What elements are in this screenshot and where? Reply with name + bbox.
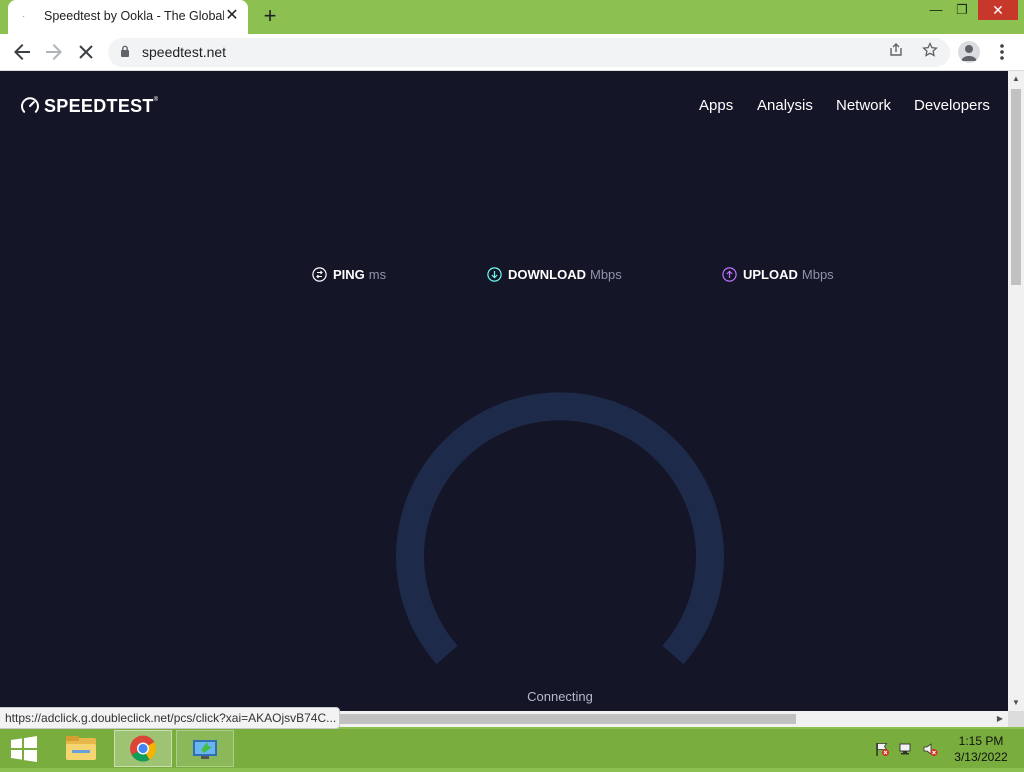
speedometer-icon bbox=[21, 97, 39, 113]
upload-unit: Mbps bbox=[801, 266, 834, 282]
start-windows-icon[interactable] bbox=[8, 735, 40, 763]
scroll-right-arrow-icon[interactable]: ▶ bbox=[992, 711, 1008, 727]
url-text[interactable]: speedtest.net bbox=[142, 44, 226, 60]
upload-metric: UPLOAD Mbps bbox=[722, 265, 834, 283]
vertical-scrollbar[interactable]: ▲ ▼ bbox=[1008, 71, 1024, 711]
download-label: DOWNLOAD bbox=[508, 266, 586, 282]
ping-unit: ms bbox=[368, 266, 387, 282]
forward-arrow-icon[interactable] bbox=[42, 40, 66, 64]
vertical-scroll-thumb[interactable] bbox=[1011, 89, 1021, 285]
gauge-track bbox=[396, 392, 724, 665]
nav-developers[interactable]: Developers bbox=[914, 97, 990, 114]
volume-muted-icon[interactable] bbox=[922, 741, 938, 757]
new-tab-button[interactable]: + bbox=[258, 5, 282, 29]
clock-date: 3/13/2022 bbox=[954, 750, 1008, 764]
nav-analysis[interactable]: Analysis bbox=[757, 97, 813, 114]
taskbar-clock[interactable]: 1:15 PM 3/13/2022 bbox=[948, 733, 1014, 765]
back-arrow-icon[interactable] bbox=[10, 40, 34, 64]
window-restore-button[interactable]: ❐ bbox=[950, 0, 974, 20]
download-arrow-icon bbox=[487, 266, 502, 282]
tab-strip: · Speedtest by Ookla - The Global Broadb… bbox=[0, 0, 1024, 34]
speed-gauge bbox=[396, 392, 724, 665]
link-hover-url: https://adclick.g.doubleclick.net/pcs/cl… bbox=[0, 707, 340, 729]
window-minimize-button[interactable]: — bbox=[924, 0, 948, 20]
scrollbar-corner bbox=[1008, 711, 1024, 727]
clock-time: 1:15 PM bbox=[958, 734, 1004, 748]
remote-desktop-icon[interactable] bbox=[176, 730, 234, 767]
nav-network[interactable]: Network bbox=[836, 97, 891, 114]
download-unit: Mbps bbox=[590, 266, 622, 282]
logo-trademark: ® bbox=[153, 97, 159, 103]
ping-label: PING bbox=[333, 266, 365, 282]
lock-icon[interactable] bbox=[120, 45, 130, 58]
upload-label: UPLOAD bbox=[743, 266, 798, 282]
speedtest-page: SPEEDTEST ® Apps Analysis Network Develo… bbox=[0, 71, 1008, 711]
browser-toolbar: speedtest.net bbox=[0, 34, 1024, 71]
tab-title: Speedtest by Ookla - The Global Broadban… bbox=[44, 9, 224, 23]
action-center-flag-icon[interactable] bbox=[874, 741, 890, 757]
download-metric: DOWNLOAD Mbps bbox=[487, 265, 622, 283]
horizontal-scroll-thumb[interactable] bbox=[336, 714, 796, 724]
logo-text: SPEEDTEST bbox=[44, 95, 154, 116]
share-icon[interactable] bbox=[886, 42, 906, 62]
ping-metric: PING ms bbox=[312, 265, 386, 283]
chrome-icon[interactable] bbox=[114, 730, 172, 767]
scroll-down-arrow-icon[interactable]: ▼ bbox=[1008, 695, 1024, 711]
ping-icon bbox=[312, 266, 327, 282]
upload-arrow-icon bbox=[722, 266, 737, 282]
windows-taskbar: 1:15 PM 3/13/2022 bbox=[0, 729, 1024, 768]
speedtest-logo[interactable]: SPEEDTEST ® bbox=[20, 95, 158, 117]
stop-loading-icon[interactable] bbox=[74, 40, 98, 64]
file-explorer-icon[interactable] bbox=[52, 730, 110, 767]
connection-status: Connecting bbox=[527, 689, 593, 704]
network-icon[interactable] bbox=[898, 741, 914, 757]
nav-apps[interactable]: Apps bbox=[699, 97, 733, 114]
window-close-button[interactable]: ✕ bbox=[978, 0, 1018, 20]
tab-close-icon[interactable]: ✕ bbox=[222, 6, 242, 26]
scroll-up-arrow-icon[interactable]: ▲ bbox=[1008, 71, 1024, 87]
tab-speedtest[interactable]: · Speedtest by Ookla - The Global Broadb… bbox=[8, 0, 248, 34]
kebab-menu-icon[interactable] bbox=[992, 40, 1012, 64]
profile-icon[interactable] bbox=[958, 41, 980, 63]
tab-favicon-icon: · bbox=[22, 11, 26, 22]
address-bar[interactable]: speedtest.net bbox=[108, 38, 950, 67]
star-icon[interactable] bbox=[920, 41, 940, 62]
